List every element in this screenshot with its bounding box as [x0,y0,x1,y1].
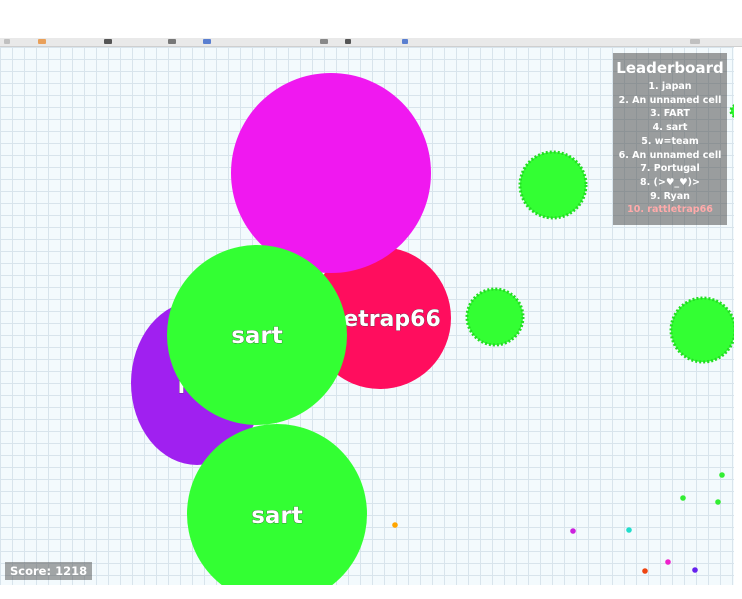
food-pellet [642,568,648,574]
food-pellet [626,527,632,533]
toolbar-icon [690,39,700,44]
leaderboard-entry: 9. Ryan [650,190,690,202]
food-pellet [692,567,698,573]
toolbar-icon [402,39,408,44]
cell-label: etrap66 [343,307,441,332]
leaderboard-title: Leaderboard [616,59,724,77]
score-display: Score: 1218 [5,562,93,580]
game-canvas[interactable]: r etrap66 sart sart Leaderboard 1. japan… [0,47,734,585]
toolbar-icon [4,39,10,44]
virus-cell [669,296,734,364]
food-pellet [719,472,725,478]
leaderboard-entry: 7. Portugal [640,163,700,175]
cell-green-sart-top: sart [167,245,347,425]
toolbar-icon [38,39,46,44]
leaderboard-panel: Leaderboard 1. japan 2. An unnamed cell … [613,53,727,225]
toolbar-icon [104,39,112,44]
leaderboard-list: 1. japan 2. An unnamed cell 3. FART 4. s… [613,80,727,217]
leaderboard-entry: 3. FART [650,108,690,120]
toolbar-icon [345,39,351,44]
food-pellet [665,559,671,565]
browser-toolbar-strip [0,38,742,47]
virus-cell [518,150,588,220]
cell-body [231,73,431,273]
toolbar-icon [320,39,328,44]
food-pellet [715,499,721,505]
leaderboard-entry: 4. sart [652,122,688,134]
leaderboard-entry: 5. w=team [641,135,699,147]
cell-pink [231,73,431,273]
toolbar-icon [203,39,211,44]
leaderboard-entry: 1. japan [648,81,692,92]
leaderboard-entry: 6. An unnamed cell [618,149,722,161]
food-pellet [570,528,576,534]
virus-cell [729,104,734,118]
cell-label: sart [231,323,283,349]
leaderboard-entry: 2. An unnamed cell [618,94,722,106]
food-pellet [680,495,686,501]
food-pellet [392,522,398,528]
virus-cell [465,287,525,347]
leaderboard-entry: 8. (>♥_♥)> [640,176,700,188]
cell-label: sart [251,503,303,529]
leaderboard-entry-current-player: 10. rattletrap66 [627,204,713,216]
toolbar-icon [168,39,176,44]
